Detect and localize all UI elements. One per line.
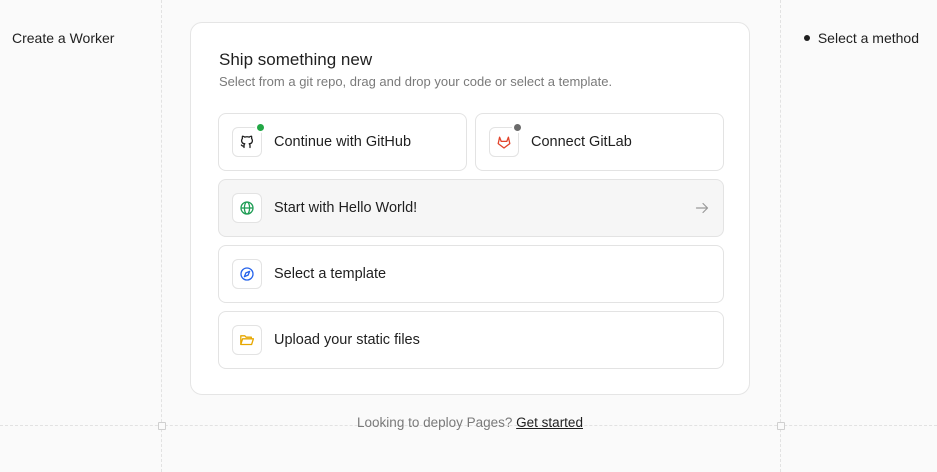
hello-world-label: Start with Hello World! [274,200,418,216]
github-icon [232,122,266,157]
gitlab-status-dot [512,122,523,133]
start-hello-world-button[interactable]: Start with Hello World! [218,179,724,237]
guide-line-left [161,0,162,472]
arrow-right-icon [695,201,709,215]
continue-with-github-button[interactable]: Continue with GitHub [218,113,467,171]
upload-label: Upload your static files [274,332,420,348]
compass-icon [232,259,262,289]
gitlab-icon [489,122,523,157]
ship-card: Ship something new Select from a git rep… [190,22,750,395]
template-label: Select a template [274,266,387,282]
card-subtitle: Select from a git repo, drag and drop yo… [219,74,613,89]
gitlab-label: Connect GitLab [531,134,632,150]
guide-line-right [780,0,781,472]
pages-footer: Looking to deploy Pages? Get started [190,415,750,430]
card-title: Ship something new [219,50,373,69]
step-dot [803,35,810,41]
get-started-link[interactable]: Get started [516,415,583,430]
github-label: Continue with GitHub [274,134,412,150]
select-template-button[interactable]: Select a template [218,245,724,303]
connect-gitlab-button[interactable]: Connect GitLab [475,113,724,171]
guide-corner-right [777,422,785,430]
guide-corner-left [158,422,166,430]
page: Create a Worker Select a method Ship som… [0,0,937,472]
footer-text: Looking to deploy Pages? [357,415,513,430]
folder-icon [232,325,262,355]
step-label: Select a method [817,30,919,46]
upload-static-files-button[interactable]: Upload your static files [218,311,724,369]
globe-icon [232,193,262,223]
page-title: Create a Worker [12,30,115,46]
step-indicator: Select a method [803,30,919,46]
github-status-dot [255,122,266,133]
